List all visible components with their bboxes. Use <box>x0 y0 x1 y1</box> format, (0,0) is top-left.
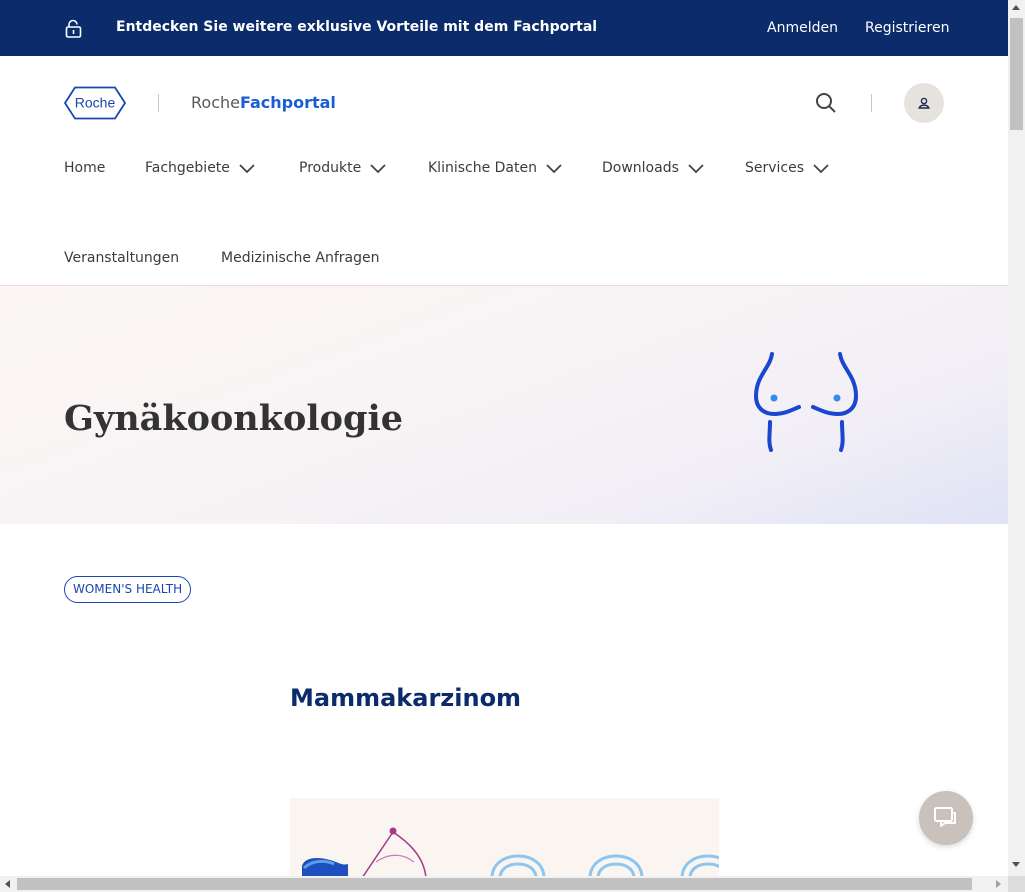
page-title: Gynäkoonkologie <box>64 398 404 439</box>
hero-banner: Gynäkoonkologie <box>0 286 1008 524</box>
portal-name: Fachportal <box>239 93 336 112</box>
chat-button[interactable] <box>919 791 973 845</box>
user-icon <box>918 97 930 109</box>
nav-klinische-daten[interactable]: Klinische Daten <box>428 160 563 176</box>
nav-veranstaltungen[interactable]: Veranstaltungen <box>64 250 179 266</box>
chevron-down-icon <box>546 164 562 174</box>
chevron-down-icon <box>239 164 255 174</box>
scroll-right-icon[interactable] <box>996 880 1001 888</box>
roche-logo[interactable]: Roche <box>64 86 126 120</box>
chevron-down-icon <box>813 164 829 174</box>
nav-services[interactable]: Services <box>745 160 830 176</box>
horizontal-scrollbar[interactable] <box>0 876 1008 892</box>
unlock-icon <box>65 19 82 38</box>
chat-icon <box>934 807 956 827</box>
logo-text: Roche <box>75 95 116 111</box>
register-link[interactable]: Registrieren <box>865 20 949 36</box>
scroll-left-icon[interactable] <box>5 880 10 888</box>
profile-button[interactable] <box>904 83 944 123</box>
scrollbar-corner <box>1008 876 1025 892</box>
nav-fachgebiete[interactable]: Fachgebiete <box>145 160 256 176</box>
nav-produkte[interactable]: Produkte <box>299 160 387 176</box>
category-tag[interactable]: WOMEN'S HEALTH <box>64 576 192 603</box>
portal-title[interactable]: RocheFachportal <box>191 93 336 112</box>
header-divider <box>158 94 159 112</box>
section-title: Mammakarzinom <box>290 684 522 712</box>
horizontal-scroll-thumb[interactable] <box>17 878 972 890</box>
promo-text: Entdecken Sie weitere exklusive Vorteile… <box>116 19 598 35</box>
nav-downloads[interactable]: Downloads <box>602 160 705 176</box>
portal-prefix: Roche <box>191 93 240 112</box>
vertical-scroll-thumb[interactable] <box>1010 18 1023 130</box>
scroll-up-icon[interactable] <box>1012 5 1020 10</box>
promo-bar: Entdecken Sie weitere exklusive Vorteile… <box>0 0 1008 56</box>
search-icon[interactable] <box>814 91 838 115</box>
login-link[interactable]: Anmelden <box>767 20 838 36</box>
breast-illustration-icon <box>753 352 859 452</box>
vertical-scrollbar[interactable] <box>1008 0 1025 876</box>
header-divider-right <box>871 94 872 112</box>
nav-home[interactable]: Home <box>64 160 105 176</box>
chevron-down-icon <box>370 164 386 174</box>
nav-medizinische-anfragen[interactable]: Medizinische Anfragen <box>221 250 379 266</box>
scroll-down-icon[interactable] <box>1012 862 1020 867</box>
chevron-down-icon <box>688 164 704 174</box>
mammography-illustration <box>302 827 719 878</box>
article-image[interactable] <box>290 798 719 878</box>
